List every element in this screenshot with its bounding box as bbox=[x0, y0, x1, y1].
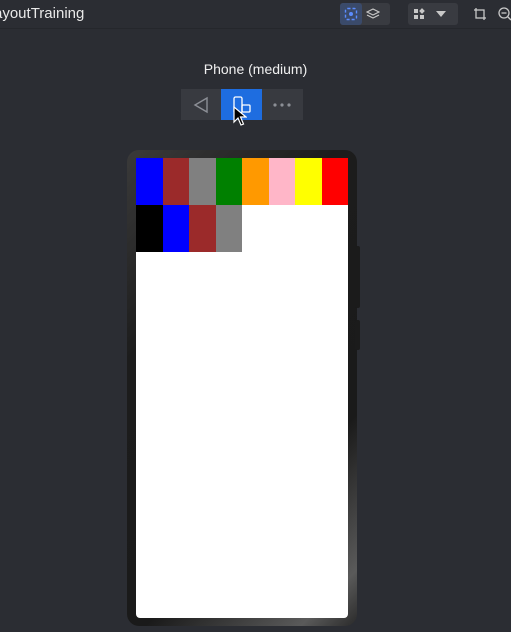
more-icon[interactable] bbox=[262, 89, 302, 120]
color-cell bbox=[215, 158, 242, 205]
top-toolbar: ayoutTraining bbox=[0, 0, 511, 29]
phone-volume-key bbox=[355, 246, 360, 308]
phone-screen bbox=[136, 158, 348, 618]
widgets-group bbox=[408, 3, 458, 25]
crop-icon[interactable] bbox=[469, 3, 491, 25]
zoom-icon[interactable] bbox=[494, 3, 511, 25]
device-label: Phone (medium) bbox=[203, 61, 308, 77]
widgets-icon[interactable] bbox=[408, 3, 430, 25]
phone-power-key bbox=[355, 320, 360, 350]
color-cell bbox=[162, 158, 189, 205]
inspector-icon[interactable] bbox=[340, 3, 362, 25]
color-cell bbox=[136, 158, 163, 205]
back-icon[interactable] bbox=[181, 89, 221, 120]
layers-icon[interactable] bbox=[362, 3, 384, 25]
app-title: ayoutTraining bbox=[0, 5, 85, 22]
color-cell bbox=[162, 205, 189, 252]
color-cell bbox=[189, 205, 216, 252]
mouse-cursor-icon bbox=[233, 105, 248, 131]
dropdown-icon[interactable] bbox=[430, 3, 452, 25]
color-cell bbox=[268, 158, 295, 205]
color-cell bbox=[136, 205, 163, 252]
color-cell bbox=[189, 158, 216, 205]
color-cell bbox=[242, 158, 269, 205]
color-cell bbox=[321, 158, 348, 205]
view-mode-group bbox=[340, 3, 390, 25]
color-cell bbox=[215, 205, 242, 252]
color-grid bbox=[136, 158, 348, 252]
color-cell bbox=[295, 158, 322, 205]
